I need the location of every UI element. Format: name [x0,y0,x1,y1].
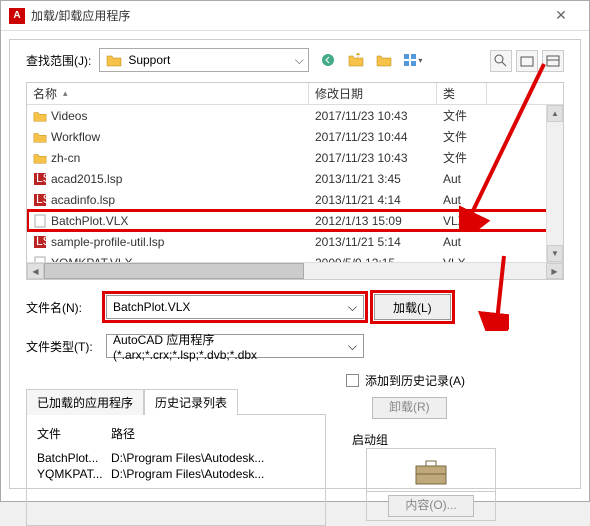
filetype-row: 文件类型(T): AutoCAD 应用程序(*.arx;*.crx;*.lsp;… [26,334,564,358]
window-title: 加载/卸载应用程序 [31,7,541,24]
lsp-icon: LSP [33,235,47,249]
filename-label: 文件名(N): [26,299,96,316]
tab-loaded[interactable]: 已加载的应用程序 [26,389,144,415]
list-body[interactable]: Videos2017/11/23 10:43文件Workflow2017/11/… [27,105,563,262]
top-right-toolbar [490,50,564,72]
column-date[interactable]: 修改日期 [309,83,437,104]
scroll-right-icon[interactable]: ▶ [546,263,563,279]
file-row[interactable]: Workflow2017/11/23 10:44文件 [27,126,563,147]
look-in-value: Support [128,53,290,67]
views-icon[interactable]: ▾ [401,49,423,71]
svg-text:LSP: LSP [36,235,47,248]
file-row[interactable]: zh-cn2017/11/23 10:43文件 [27,147,563,168]
filetype-combo[interactable]: AutoCAD 应用程序(*.arx;*.crx;*.lsp;*.dvb;*.d… [106,334,364,358]
file-row[interactable]: YQMKPAT.VLX2009/5/9 12:15VLX [27,252,563,262]
titlebar: A 加载/卸载应用程序 ✕ [1,1,589,31]
load-button[interactable]: 加载(L) [374,294,451,320]
look-in-label: 查找范围(J): [26,52,91,69]
startup-box: 内容(O)... [366,448,496,521]
dialog-window: A 加载/卸载应用程序 ✕ 查找范围(J): Support ⌵ ▾ [0,0,590,502]
look-in-combo[interactable]: Support ⌵ [99,48,309,72]
chevron-down-icon: ⌵ [290,53,308,68]
file-row[interactable]: BatchPlot.VLX2012/1/13 15:09VLX [27,210,563,231]
scroll-left-icon[interactable]: ◀ [27,263,44,279]
chevron-down-icon: ⌵ [348,300,357,315]
chevron-down-icon: ⌵ [348,339,357,354]
locate-icon[interactable] [516,50,538,72]
add-history-checkbox[interactable] [346,374,359,387]
sort-asc-icon: ▴ [63,88,68,99]
loaded-apps-list[interactable]: 文件 路径 BatchPlot...D:\Program Files\Autod… [26,414,326,526]
scroll-thumb[interactable] [44,263,304,279]
lsp-icon: LSP [33,172,47,186]
svg-text:LSP: LSP [36,193,47,206]
list-header: 名称▴ 修改日期 类 [27,83,563,105]
add-history-label: 添加到历史记录(A) [365,372,465,389]
loaded-col-file: 文件 [37,425,111,442]
column-name[interactable]: 名称▴ [27,83,309,104]
nav-toolbar: ▾ [317,49,423,71]
vertical-scrollbar[interactable]: ▲ ▼ [546,105,563,262]
dialog-body: 查找范围(J): Support ⌵ ▾ 名称▴ 修改日期 类 Videos20… [9,39,581,489]
tabs: 已加载的应用程序 历史记录列表 [26,388,326,414]
contents-button[interactable]: 内容(O)... [388,495,473,517]
file-list: 名称▴ 修改日期 类 Videos2017/11/23 10:43文件Workf… [26,82,564,280]
briefcase-icon[interactable] [411,457,451,487]
column-type[interactable]: 类 [437,83,487,104]
folder-icon [106,53,122,67]
loaded-row[interactable]: YQMKPAT...D:\Program Files\Autodesk... [31,466,321,482]
lsp-icon: LSP [33,193,47,207]
loaded-row[interactable]: BatchPlot...D:\Program Files\Autodesk... [31,450,321,466]
file-row[interactable]: LSPsample-profile-util.lsp2013/11/21 5:1… [27,231,563,252]
up-folder-icon[interactable] [345,49,367,71]
folder-icon [33,151,47,165]
folder-icon [33,130,47,144]
new-folder-icon[interactable] [373,49,395,71]
scroll-down-icon[interactable]: ▼ [547,245,563,262]
file-row[interactable]: Videos2017/11/23 10:43文件 [27,105,563,126]
folder-icon [33,109,47,123]
file-row[interactable]: LSPacadinfo.lsp2013/11/21 4:14Aut [27,189,563,210]
horizontal-scrollbar[interactable]: ◀ ▶ [27,262,563,279]
unload-button[interactable]: 卸载(R) [372,397,447,419]
add-history-row: 添加到历史记录(A) [346,372,564,389]
look-in-row: 查找范围(J): Support ⌵ ▾ [26,48,564,72]
file-row[interactable]: LSPacad2015.lsp2013/11/21 3:45Aut [27,168,563,189]
tab-history[interactable]: 历史记录列表 [144,389,238,415]
filename-input[interactable]: BatchPlot.VLX ⌵ [106,295,364,319]
filename-row: 文件名(N): BatchPlot.VLX ⌵ 加载(L) [26,294,564,320]
find-file-icon[interactable] [490,50,512,72]
loaded-col-path: 路径 [111,425,315,442]
back-icon[interactable] [317,49,339,71]
preview-icon[interactable] [542,50,564,72]
svg-text:LSP: LSP [36,172,47,185]
doc-icon [33,214,47,228]
app-icon: A [9,8,25,24]
close-button[interactable]: ✕ [541,7,581,24]
right-panel: 添加到历史记录(A) 卸载(R) 启动组 内容(O)... [346,372,564,521]
startup-group-label: 启动组 [352,431,564,448]
scroll-up-icon[interactable]: ▲ [547,105,563,122]
filetype-label: 文件类型(T): [26,338,96,355]
